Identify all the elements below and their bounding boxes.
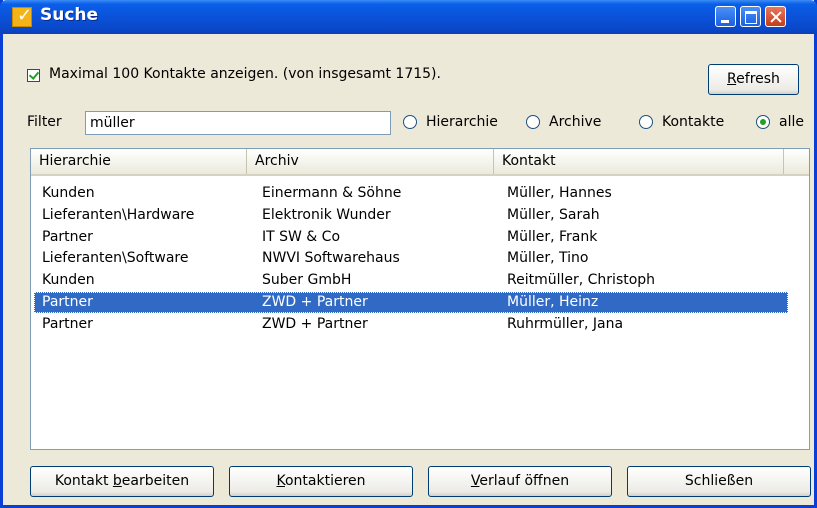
table-row[interactable]: Lieferanten\Hardware Elektronik Wunder Mül…: [34, 205, 788, 226]
table-row[interactable]: Lieferanten\Software NWVI Softwarehaus Mül…: [34, 248, 788, 269]
cell-hierarchie: Partner: [42, 294, 93, 310]
minimize-icon[interactable]: [715, 6, 736, 27]
edit-label-accel: b: [112, 473, 122, 489]
cell-hierarchie: Partner: [42, 315, 93, 332]
table-row[interactable]: Kunden Suber GmbH Reitmüller, Christoph: [34, 270, 788, 291]
cell-archiv: NWVI Softwarehaus: [262, 250, 400, 267]
cell-kontakt: Müller, Frank: [507, 228, 598, 245]
table-row[interactable]: Partner IT SW & Co Müller, Frank: [34, 227, 788, 248]
contact-label-accel: K: [276, 473, 285, 489]
table-row[interactable]: Partner ZWD + Partner Ruhrmüller, Jana: [34, 314, 788, 335]
cell-archiv: Suber GmbH: [262, 272, 352, 289]
history-label-post: erlauf öffnen: [479, 473, 570, 489]
cell-hierarchie: Lieferanten\Hardware: [42, 206, 195, 223]
radio-alle-label[interactable]: alle: [779, 114, 804, 130]
cell-kontakt: Müller, Sarah: [507, 206, 600, 223]
search-window: ✓ Suche Maximal 100 Kontakte anzeigen. (…: [0, 0, 817, 508]
cell-kontakt: Müller, Hannes: [507, 185, 612, 201]
open-history-button[interactable]: Verlauf öffnen: [428, 466, 612, 497]
cell-kontakt: Reitmüller, Christoph: [507, 272, 656, 289]
radio-kontakte[interactable]: [639, 115, 653, 129]
results-list[interactable]: Hierarchie Archiv Kontakt Kunden Einerman…: [30, 148, 810, 450]
radio-alle[interactable]: [756, 115, 770, 129]
radio-hierarchie[interactable]: [403, 115, 417, 129]
column-header-hierarchie[interactable]: Hierarchie: [31, 149, 247, 174]
column-header-archiv[interactable]: Archiv: [247, 149, 494, 174]
filter-input[interactable]: [85, 111, 391, 135]
edit-label-post: earbeiten: [121, 473, 190, 489]
radio-kontakte-label[interactable]: Kontakte: [662, 114, 724, 130]
radio-archive-label[interactable]: Archive: [549, 114, 601, 130]
edit-label-pre: Kontakt: [54, 473, 113, 489]
max-contacts-checkbox[interactable]: [27, 69, 40, 82]
cell-hierarchie: Lieferanten\Software: [42, 250, 189, 267]
cell-kontakt: Müller, Tino: [507, 250, 589, 267]
refresh-label-accel: R: [727, 71, 737, 87]
close-icon[interactable]: [765, 6, 786, 27]
title-bar[interactable]: ✓ Suche: [0, 0, 817, 34]
refresh-button[interactable]: Refresh: [708, 64, 799, 95]
cell-kontakt: Ruhrmüller, Jana: [507, 315, 624, 332]
table-row[interactable]: Kunden Einermann & Söhne Müller, Hannes: [34, 183, 788, 204]
radio-archive[interactable]: [526, 115, 540, 129]
cell-archiv: ZWD + Partner: [262, 315, 368, 332]
cell-archiv: IT SW & Co: [262, 228, 341, 245]
close-label: Schließen: [684, 473, 754, 489]
cell-archiv: ZWD + Partner: [262, 294, 368, 310]
contact-label-post: ontaktieren: [284, 473, 366, 489]
close-button[interactable]: Schließen: [627, 466, 811, 497]
table-row[interactable]: Partner ZWD + Partner Müller, Heinz: [34, 292, 788, 313]
cell-archiv: Einermann & Söhne: [262, 185, 402, 201]
refresh-label-post: efresh: [736, 71, 780, 87]
edit-contact-button[interactable]: Kontakt bearbeiten: [30, 466, 214, 497]
window-title: Suche: [40, 5, 99, 25]
cell-kontakt: Müller, Heinz: [507, 294, 599, 310]
max-contacts-label: Maximal 100 Kontakte anzeigen. (von insg…: [49, 66, 441, 82]
cell-archiv: Elektronik Wunder: [262, 206, 391, 223]
cell-hierarchie: Kunden: [42, 272, 95, 289]
contact-button[interactable]: Kontaktieren: [229, 466, 413, 497]
cell-hierarchie: Partner: [42, 228, 93, 245]
radio-hierarchie-label[interactable]: Hierarchie: [426, 114, 498, 130]
cell-hierarchie: Kunden: [42, 185, 95, 201]
maximize-icon[interactable]: [740, 6, 761, 27]
list-header: Hierarchie Archiv Kontakt: [31, 149, 809, 176]
filter-label: Filter: [27, 114, 62, 130]
column-header-kontakt[interactable]: Kontakt: [494, 149, 784, 174]
app-icon: ✓: [12, 6, 32, 27]
